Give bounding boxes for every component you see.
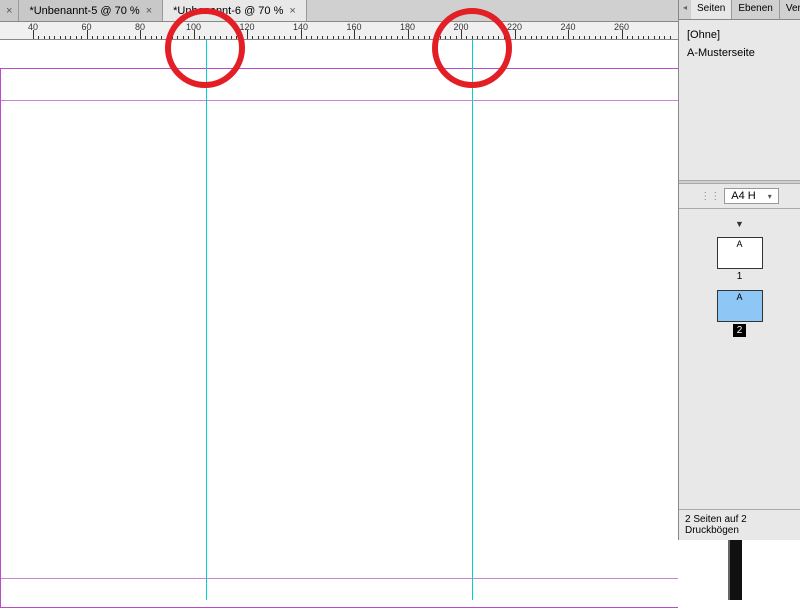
scrollbar-vertical[interactable] (730, 540, 742, 600)
grip-icon: ⋮⋮ (700, 191, 720, 202)
panel-collapse-icon[interactable]: ◂ (679, 0, 691, 19)
page-size-dropdown[interactable]: A4 H ▾ (724, 188, 778, 204)
page-size-row: ⋮⋮ A4 H ▾ (679, 184, 800, 209)
close-icon[interactable]: × (289, 5, 295, 17)
ruler-guide-1[interactable] (206, 40, 207, 600)
document-tab-2[interactable]: *Unbenannt-6 @ 70 % × (163, 0, 307, 21)
pages-thumbnails: ▼ A 1 A 2 (679, 209, 800, 347)
tab-label: *Unbenannt-6 @ 70 % (173, 5, 283, 17)
page-thumbnail-2[interactable]: A (717, 290, 763, 322)
page-thumb-wrapper: A 2 (717, 290, 763, 337)
margin-guide-top (0, 100, 678, 101)
panel-tab-bar: ◂ Seiten Ebenen Verkn (679, 0, 800, 20)
page-number-1: 1 (737, 271, 743, 282)
document-canvas[interactable] (0, 40, 678, 600)
master-item-none[interactable]: [Ohne] (685, 26, 794, 44)
page-number-2: 2 (733, 324, 747, 337)
page-size-value: A4 H (731, 190, 755, 202)
tab-label: *Unbenannt-5 @ 70 % (29, 5, 139, 17)
document-tab-1[interactable]: *Unbenannt-5 @ 70 % × (19, 0, 163, 21)
tab-seiten[interactable]: Seiten (691, 0, 732, 19)
spread-start-icon: ▼ (735, 219, 744, 229)
page-boundary (0, 68, 678, 608)
master-pages-section: [Ohne] A-Musterseite (679, 20, 800, 180)
close-icon[interactable]: × (146, 5, 152, 17)
tab-ebenen[interactable]: Ebenen (732, 0, 779, 19)
master-item-a[interactable]: A-Musterseite (685, 44, 794, 62)
page-thumbnail-1[interactable]: A (717, 237, 763, 269)
panel-status-footer: 2 Seiten auf 2 Druckbögen (679, 509, 800, 540)
tab-close-left[interactable]: × (0, 0, 19, 21)
ruler-guide-2[interactable] (472, 40, 473, 600)
chevron-down-icon: ▾ (768, 192, 772, 201)
page-thumb-wrapper: A 1 (717, 237, 763, 282)
tab-verknuepfungen[interactable]: Verkn (780, 0, 800, 19)
scrollbar-edge (728, 540, 730, 600)
pages-panel: ◂ Seiten Ebenen Verkn [Ohne] A-Mustersei… (678, 0, 800, 540)
margin-guide-bottom (0, 578, 678, 579)
